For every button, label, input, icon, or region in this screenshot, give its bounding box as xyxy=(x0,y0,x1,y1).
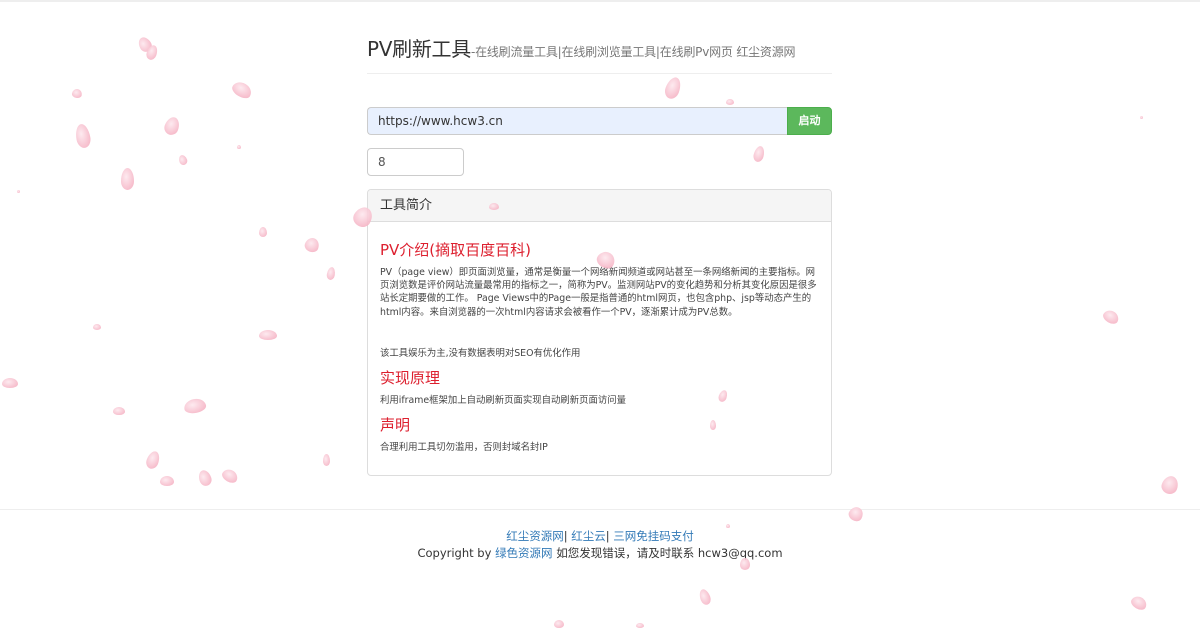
petal-decoration xyxy=(259,227,267,237)
petal-decoration xyxy=(554,620,564,628)
petal-decoration xyxy=(846,504,866,524)
petal-decoration xyxy=(2,378,18,388)
petal-decoration xyxy=(121,168,134,190)
petal-decoration xyxy=(710,420,716,430)
copyright-prefix: Copyright by xyxy=(417,546,492,560)
footer-separator: | xyxy=(563,529,568,543)
footer-separator: | xyxy=(605,529,610,543)
petal-decoration xyxy=(229,78,255,102)
petal-decoration xyxy=(697,587,713,607)
petal-decoration xyxy=(196,468,214,488)
petal-decoration xyxy=(177,153,189,167)
page-header: PV刷新工具-在线刷流量工具|在线刷浏览量工具|在线刷Pv网页 红尘资源网 xyxy=(367,33,832,74)
petal-decoration xyxy=(726,99,734,105)
start-button[interactable]: 启动 xyxy=(787,107,832,135)
footer-copyright: Copyright by 绿色资源网 如您发现错误，请及时联系 hcw3@qq.… xyxy=(0,545,1200,561)
petal-decoration xyxy=(1159,473,1181,497)
footer-links: 红尘资源网| 红尘云| 三网免挂码支付 xyxy=(0,528,1200,544)
petal-decoration xyxy=(740,558,750,570)
panel-heading: 工具简介 xyxy=(368,190,831,222)
petal-decoration xyxy=(636,623,644,628)
petal-decoration xyxy=(220,466,240,486)
statement-paragraph: 合理利用工具切勿滥用，否则封域名封IP xyxy=(380,442,548,453)
top-border xyxy=(0,0,1200,2)
petal-decoration xyxy=(1101,307,1121,327)
petal-decoration xyxy=(303,236,321,254)
pv-intro-paragraph: PV（page view）即页面浏览量，通常是衡量一个网络新闻频道或网站甚至一条… xyxy=(380,267,817,318)
tool-intro-panel: 工具简介 PV介绍(摘取百度百科) PV（page view）即页面浏览量，通常… xyxy=(367,189,832,476)
copyright-link[interactable]: 绿色资源网 xyxy=(495,546,553,560)
url-input[interactable]: https://www.hcw3.cn xyxy=(367,107,787,135)
petal-decoration xyxy=(237,145,241,149)
petal-decoration xyxy=(662,75,684,101)
section-title-principle: 实现原理 xyxy=(380,369,441,387)
petal-decoration xyxy=(17,190,20,193)
petal-decoration xyxy=(325,266,337,281)
footer-link-hongchen[interactable]: 红尘资源网 xyxy=(506,529,564,543)
petal-decoration xyxy=(182,397,208,415)
refresh-count-input[interactable]: 8 xyxy=(367,148,464,176)
petal-decoration xyxy=(323,454,330,466)
petal-decoration xyxy=(752,144,766,164)
petal-decoration xyxy=(1129,593,1149,613)
section-title-statement: 声明 xyxy=(380,416,411,434)
petal-decoration xyxy=(113,407,125,415)
principle-paragraph: 利用iframe框架加上自动刷新页面实现自动刷新页面访问量 xyxy=(380,395,627,406)
entertainment-note: 该工具娱乐为主,没有数据表明对SEO有优化作用 xyxy=(380,348,581,359)
copyright-suffix: 如您发现错误，请及时联系 hcw3@qq.com xyxy=(556,546,783,560)
section-title-pv-intro: PV介绍(摘取百度百科) xyxy=(380,241,532,259)
petal-decoration xyxy=(74,122,92,150)
petal-decoration xyxy=(93,324,101,330)
page-subtitle: -在线刷流量工具|在线刷浏览量工具|在线刷Pv网页 红尘资源网 xyxy=(470,45,796,59)
page-title: PV刷新工具 xyxy=(367,37,471,61)
petal-decoration xyxy=(1140,116,1143,119)
petal-decoration xyxy=(162,115,182,137)
footer-link-hongchenyun[interactable]: 红尘云 xyxy=(571,529,606,543)
petal-decoration xyxy=(259,330,277,340)
petal-decoration xyxy=(144,449,162,471)
footer-link-payment[interactable]: 三网免挂码支付 xyxy=(613,529,694,543)
url-input-group: https://www.hcw3.cn 启动 xyxy=(367,107,832,135)
petal-decoration xyxy=(489,203,499,210)
footer-divider xyxy=(0,509,1200,510)
petal-decoration xyxy=(160,476,174,486)
petal-decoration xyxy=(726,524,730,528)
petal-decoration xyxy=(71,88,83,99)
